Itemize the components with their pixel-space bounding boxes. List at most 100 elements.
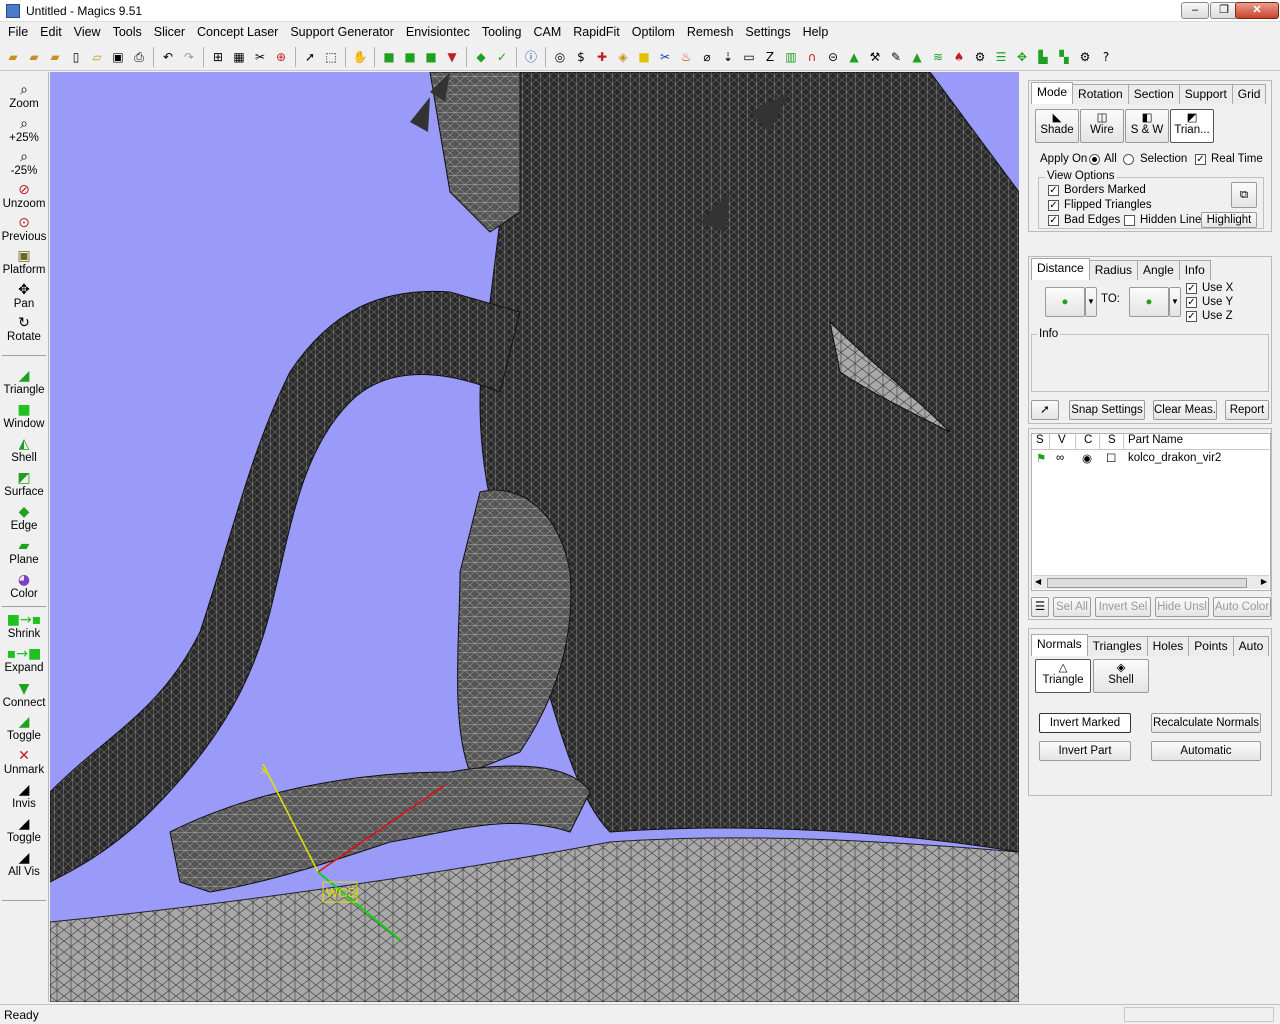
menu-tooling[interactable]: Tooling [476, 22, 528, 42]
maximize-button[interactable]: ❐ [1210, 2, 1238, 19]
camera-icon[interactable]: ◎ [551, 48, 569, 66]
triangles-button[interactable]: ◩ Trian... [1170, 109, 1214, 143]
menu-view[interactable]: View [68, 22, 107, 42]
layers-icon[interactable]: ≋ [929, 48, 947, 66]
frame-icon[interactable]: ▭ [740, 48, 758, 66]
zoom-out-tool[interactable]: ⌕ -25% [0, 149, 48, 177]
mark-edge-tool[interactable]: ◆ Edge [0, 504, 48, 532]
drill-icon[interactable]: ⇣ [719, 48, 737, 66]
menu-tools[interactable]: Tools [107, 22, 148, 42]
scrollbar-thumb[interactable] [1047, 578, 1247, 588]
normals-triangle-button[interactable]: △ Triangle [1035, 659, 1091, 693]
toggle-mark-tool[interactable]: ◢ Toggle [0, 714, 48, 742]
col-visible[interactable]: V [1050, 434, 1076, 449]
mark-triangle-tool[interactable]: ◢ Triangle [0, 368, 48, 396]
automatic-button[interactable]: Automatic [1151, 741, 1261, 761]
fire-icon[interactable]: ♨ [677, 48, 695, 66]
tab-support[interactable]: Support [1178, 84, 1233, 104]
import-icon[interactable]: ▰ [46, 48, 64, 66]
col-color[interactable]: C [1076, 434, 1100, 449]
minimize-button[interactable]: – [1181, 2, 1209, 19]
pencil-icon[interactable]: ✎ [887, 48, 905, 66]
select-arrow-icon[interactable]: ➚ [301, 48, 319, 66]
merge-parts-icon[interactable]: ◆ [472, 48, 490, 66]
tab-auto[interactable]: Auto [1232, 636, 1270, 656]
bad-edges-checkbox[interactable]: ✓ [1048, 215, 1059, 226]
cylinder-icon[interactable]: ⌀ [698, 48, 716, 66]
auto-color-button[interactable]: Auto Color [1213, 597, 1271, 617]
unzoom-tool[interactable]: ⊘ Unzoom [0, 182, 48, 210]
green-red-icon[interactable]: ▲ [845, 48, 863, 66]
tab-radius[interactable]: Radius [1088, 260, 1139, 280]
snap-settings-button[interactable]: Snap Settings [1069, 400, 1145, 420]
green-triangle-icon[interactable]: ▲ [908, 48, 926, 66]
book-icon[interactable]: ▥ [782, 48, 800, 66]
real-time-checkbox[interactable]: ✓ [1195, 154, 1206, 165]
green-cube-2-icon[interactable]: ■ [401, 48, 419, 66]
invert-sel-button[interactable]: Invert Sel [1095, 597, 1151, 617]
tab-triangles[interactable]: Triangles [1086, 636, 1148, 656]
previous-tool[interactable]: ⊙ Previous [0, 215, 48, 243]
tab-mode[interactable]: Mode [1031, 82, 1074, 104]
redo-icon[interactable]: ↷ [180, 48, 198, 66]
clear-meas-button[interactable]: Clear Meas. [1153, 400, 1217, 420]
rotate-tool[interactable]: ↻ Rotate [0, 315, 48, 343]
open-icon[interactable]: ▱ [88, 48, 106, 66]
wire-button[interactable]: ◫ Wire [1080, 109, 1124, 143]
all-vis-tool[interactable]: ◢ All Vis [0, 850, 48, 878]
highlight-button[interactable]: Highlight [1201, 212, 1257, 228]
hidden-line-checkbox[interactable] [1124, 215, 1135, 226]
add-view-icon[interactable]: ⊕ [272, 48, 290, 66]
tab-holes[interactable]: Holes [1146, 636, 1190, 656]
scroll-right-icon[interactable]: ▶ [1261, 577, 1267, 586]
menu-envisiontec[interactable]: Envisiontec [400, 22, 476, 42]
color-circle-icon[interactable]: ◉ [1076, 451, 1100, 465]
to-point-button[interactable]: ● [1129, 287, 1169, 317]
puzzle-icon[interactable]: ✥ [1013, 48, 1031, 66]
tab-section[interactable]: Section [1127, 84, 1180, 104]
hide-unsl-button[interactable]: Hide Unsl [1155, 597, 1209, 617]
mark-shell-tool[interactable]: ◭ Shell [0, 436, 48, 464]
toggle-vis-tool[interactable]: ◢ Toggle [0, 816, 48, 844]
borders-marked-checkbox[interactable]: ✓ [1048, 185, 1059, 196]
col-part-name[interactable]: Part Name [1124, 434, 1183, 449]
save-icon[interactable]: ▣ [109, 48, 127, 66]
3d-viewport[interactable]: x WCS [50, 72, 1019, 1002]
report-button[interactable]: Report [1225, 400, 1269, 420]
col-select[interactable]: S [1032, 434, 1050, 449]
tab-info[interactable]: Info [1178, 260, 1211, 280]
horizontal-scrollbar[interactable]: ◀ ▶ [1033, 575, 1269, 589]
pan-tool[interactable]: ✥ Pan [0, 282, 48, 310]
to-dropdown[interactable]: ▼ [1169, 287, 1181, 317]
info-icon[interactable]: ⓘ [522, 48, 540, 66]
mark-window-tool[interactable]: ■ Window [0, 402, 48, 430]
measure-icon[interactable]: ✓ [493, 48, 511, 66]
connect-tool[interactable]: ▼ Connect [0, 681, 48, 709]
tag-icon[interactable]: ◈ [614, 48, 632, 66]
glasses-icon[interactable]: ∞ [1050, 452, 1076, 464]
menu-rapidfit[interactable]: RapidFit [567, 22, 626, 42]
view-layout-icon[interactable]: ⊞ [209, 48, 227, 66]
shade-wire-button[interactable]: ◧ S & W [1125, 109, 1169, 143]
view-grid-icon[interactable]: ▦ [230, 48, 248, 66]
cost-icon[interactable]: $ [572, 48, 590, 66]
shade-button[interactable]: ◣ Shade [1035, 109, 1079, 143]
tab-grid[interactable]: Grid [1231, 84, 1267, 104]
load-part-icon[interactable]: ▰ [25, 48, 43, 66]
menu-settings[interactable]: Settings [739, 22, 796, 42]
menu-edit[interactable]: Edit [34, 22, 68, 42]
print-icon[interactable]: ⎙ [130, 48, 148, 66]
close-button[interactable]: ✕ [1235, 2, 1279, 19]
state-box-icon[interactable]: ☐ [1100, 451, 1124, 465]
tab-normals[interactable]: Normals [1031, 634, 1088, 656]
menu-optilom[interactable]: Optilom [626, 22, 681, 42]
invert-marked-button[interactable]: Invert Marked [1039, 713, 1131, 733]
mark-color-tool[interactable]: ◕ Color [0, 572, 48, 600]
new-scene-icon[interactable]: ▰ [4, 48, 22, 66]
table-row[interactable]: ⚑ ∞ ◉ ☐ kolco_drakon_vir2 [1032, 450, 1270, 466]
expand-tool[interactable]: ▪→■ Expand [0, 646, 48, 674]
apply-selection-radio[interactable] [1123, 154, 1134, 165]
menu-remesh[interactable]: Remesh [681, 22, 740, 42]
use-x-checkbox[interactable]: ✓ [1186, 283, 1197, 294]
new-file-icon[interactable]: ▯ [67, 48, 85, 66]
